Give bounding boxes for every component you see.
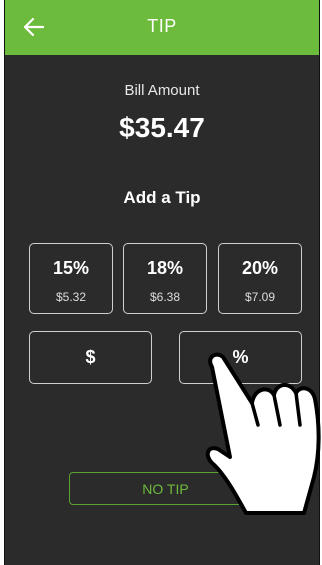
pointing-hand-icon bbox=[205, 352, 321, 515]
tip-percent: 18% bbox=[146, 258, 184, 278]
tip-amount: $5.32 bbox=[55, 290, 87, 304]
app-bar: TIP bbox=[5, 0, 319, 55]
tip-amount: $7.09 bbox=[244, 290, 276, 304]
tip-amount: $6.38 bbox=[149, 290, 181, 304]
add-tip-heading: Add a Tip bbox=[123, 188, 201, 207]
tip-percent: 20% bbox=[241, 258, 279, 278]
tip-option-18[interactable]: 18% $6.38 bbox=[123, 243, 207, 314]
tip-percent: 15% bbox=[52, 258, 90, 278]
bill-amount-value: $35.47 bbox=[119, 112, 205, 143]
tip-option-20[interactable]: 20% $7.09 bbox=[218, 243, 302, 314]
custom-dollar-tip-button[interactable]: $ bbox=[29, 331, 152, 384]
page-title: TIP bbox=[147, 16, 177, 36]
tip-option-15[interactable]: 15% $5.32 bbox=[29, 243, 113, 314]
bill-amount-label: Bill Amount bbox=[124, 82, 200, 99]
